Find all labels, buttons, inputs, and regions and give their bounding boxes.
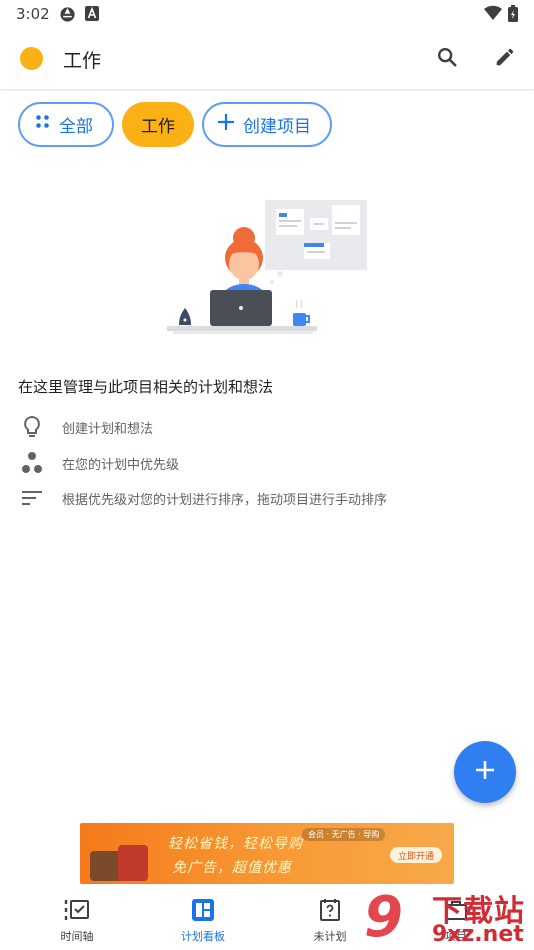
timeline-icon [64,898,90,922]
nav-unplanned[interactable]: 未计划 [293,888,367,950]
chip-work[interactable]: 工作 [122,102,194,147]
edit-button[interactable] [489,43,521,75]
tip-item: 在您的计划中优先级 [18,450,518,476]
app-screen: 3:02 工作 全部 工作 创建项目 在这里管理与此项目相关的计划和想法 创建计… [0,0,534,950]
chip-work-label: 工作 [141,117,175,137]
status-time: 3:02 [16,5,50,23]
create-project-chip[interactable]: 创建项目 [202,102,332,147]
empty-state-headline: 在这里管理与此项目相关的计划和想法 [18,378,274,396]
plus-icon [216,112,243,137]
unplanned-calendar-icon [319,898,341,922]
nav-board[interactable]: 计划看板 [166,888,240,950]
vpn-key-icon [59,6,76,27]
watermark-domain: 9xz.net [432,922,524,947]
status-bar: 3:02 [0,0,534,28]
wifi-icon [484,5,502,25]
tip-item: 创建计划和想法 [18,414,518,440]
edit-icon [494,46,516,72]
shopping-bag-image [118,845,148,881]
sort-lines-icon [18,485,46,511]
search-icon [436,46,458,72]
create-project-label: 创建项目 [243,117,311,137]
add-plan-fab[interactable] [454,741,516,803]
tip-item: 根据优先级对您的计划进行排序，拖动项目进行手动排序 [18,485,518,511]
battery-icon [508,5,518,26]
app-bar: 工作 [0,28,534,90]
ad-line-1: 轻松省钱，轻松导购 [168,836,303,852]
nav-label: 计划看板 [181,930,225,943]
board-icon [192,898,214,922]
tip-text: 在您的计划中优先级 [62,457,180,473]
nav-label: 未计划 [313,930,347,943]
tip-text: 创建计划和想法 [62,421,154,437]
ad-banner[interactable]: 会员 · 无广告 · 导购 轻松省钱，轻松导购 免广告，超值优惠 立即开通 [80,823,454,884]
ad-tag: 会员 · 无广告 · 导购 [302,828,386,841]
priority-dots-icon [18,450,46,476]
chip-all-label: 全部 [59,117,93,137]
ad-cta-button[interactable]: 立即开通 [390,847,442,863]
nav-timeline[interactable]: 时间轴 [40,888,114,950]
plus-icon [474,759,496,785]
apps-dots-icon [34,113,59,136]
search-button[interactable] [431,43,463,75]
watermark-logo: 9 [364,885,403,950]
project-color-dot [20,47,43,70]
site-watermark: 9 下载站 9xz.net [362,886,534,950]
a-badge-icon [85,6,99,25]
lightbulb-icon [18,414,46,440]
page-title: 工作 [63,50,102,72]
tip-text: 根据优先级对您的计划进行排序，拖动项目进行手动排序 [62,492,388,508]
chip-all[interactable]: 全部 [18,102,114,147]
nav-label: 时间轴 [60,930,94,943]
ad-line-2: 免广告，超值优惠 [172,860,292,876]
empty-state-illustration [160,196,372,338]
